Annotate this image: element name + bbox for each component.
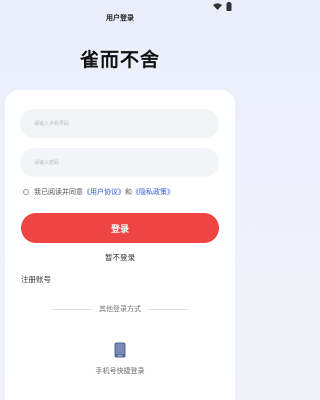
agreement-checkbox[interactable] — [23, 189, 29, 195]
skip-login-link[interactable]: 暂不登录 — [0, 252, 240, 263]
page-title: 用户登录 — [106, 14, 134, 22]
phone-quick-login-label: 手机号快捷登录 — [95, 367, 145, 375]
divider-line-right — [148, 308, 188, 310]
login-button[interactable]: 登录 — [21, 213, 219, 243]
agreement-prefix: 我已阅读并同意 — [34, 188, 83, 196]
app-name: 雀而不舍 — [79, 49, 160, 71]
phone-quick-login[interactable]: 手机号快捷登录 — [0, 342, 240, 376]
status-bar — [0, 0, 240, 12]
other-login-divider: 其他登录方式 — [52, 304, 188, 314]
agreement-row: 我已阅读并同意 《用户协议》 和 《隐私政策》 — [23, 187, 174, 197]
phone-icon[interactable] — [114, 342, 126, 358]
user-agreement-link[interactable]: 《用户协议》 — [83, 187, 125, 197]
wifi-icon — [213, 3, 222, 10]
battery-icon — [226, 2, 232, 11]
phone-input[interactable] — [20, 109, 219, 138]
password-input[interactable] — [20, 148, 219, 177]
privacy-policy-link[interactable]: 《隐私政策》 — [132, 187, 174, 197]
register-link[interactable]: 注册账号 — [21, 274, 51, 285]
divider-line-left — [52, 308, 92, 310]
status-icons — [213, 2, 232, 11]
other-login-label: 其他登录方式 — [99, 305, 141, 313]
agreement-conjunction: 和 — [125, 188, 132, 196]
